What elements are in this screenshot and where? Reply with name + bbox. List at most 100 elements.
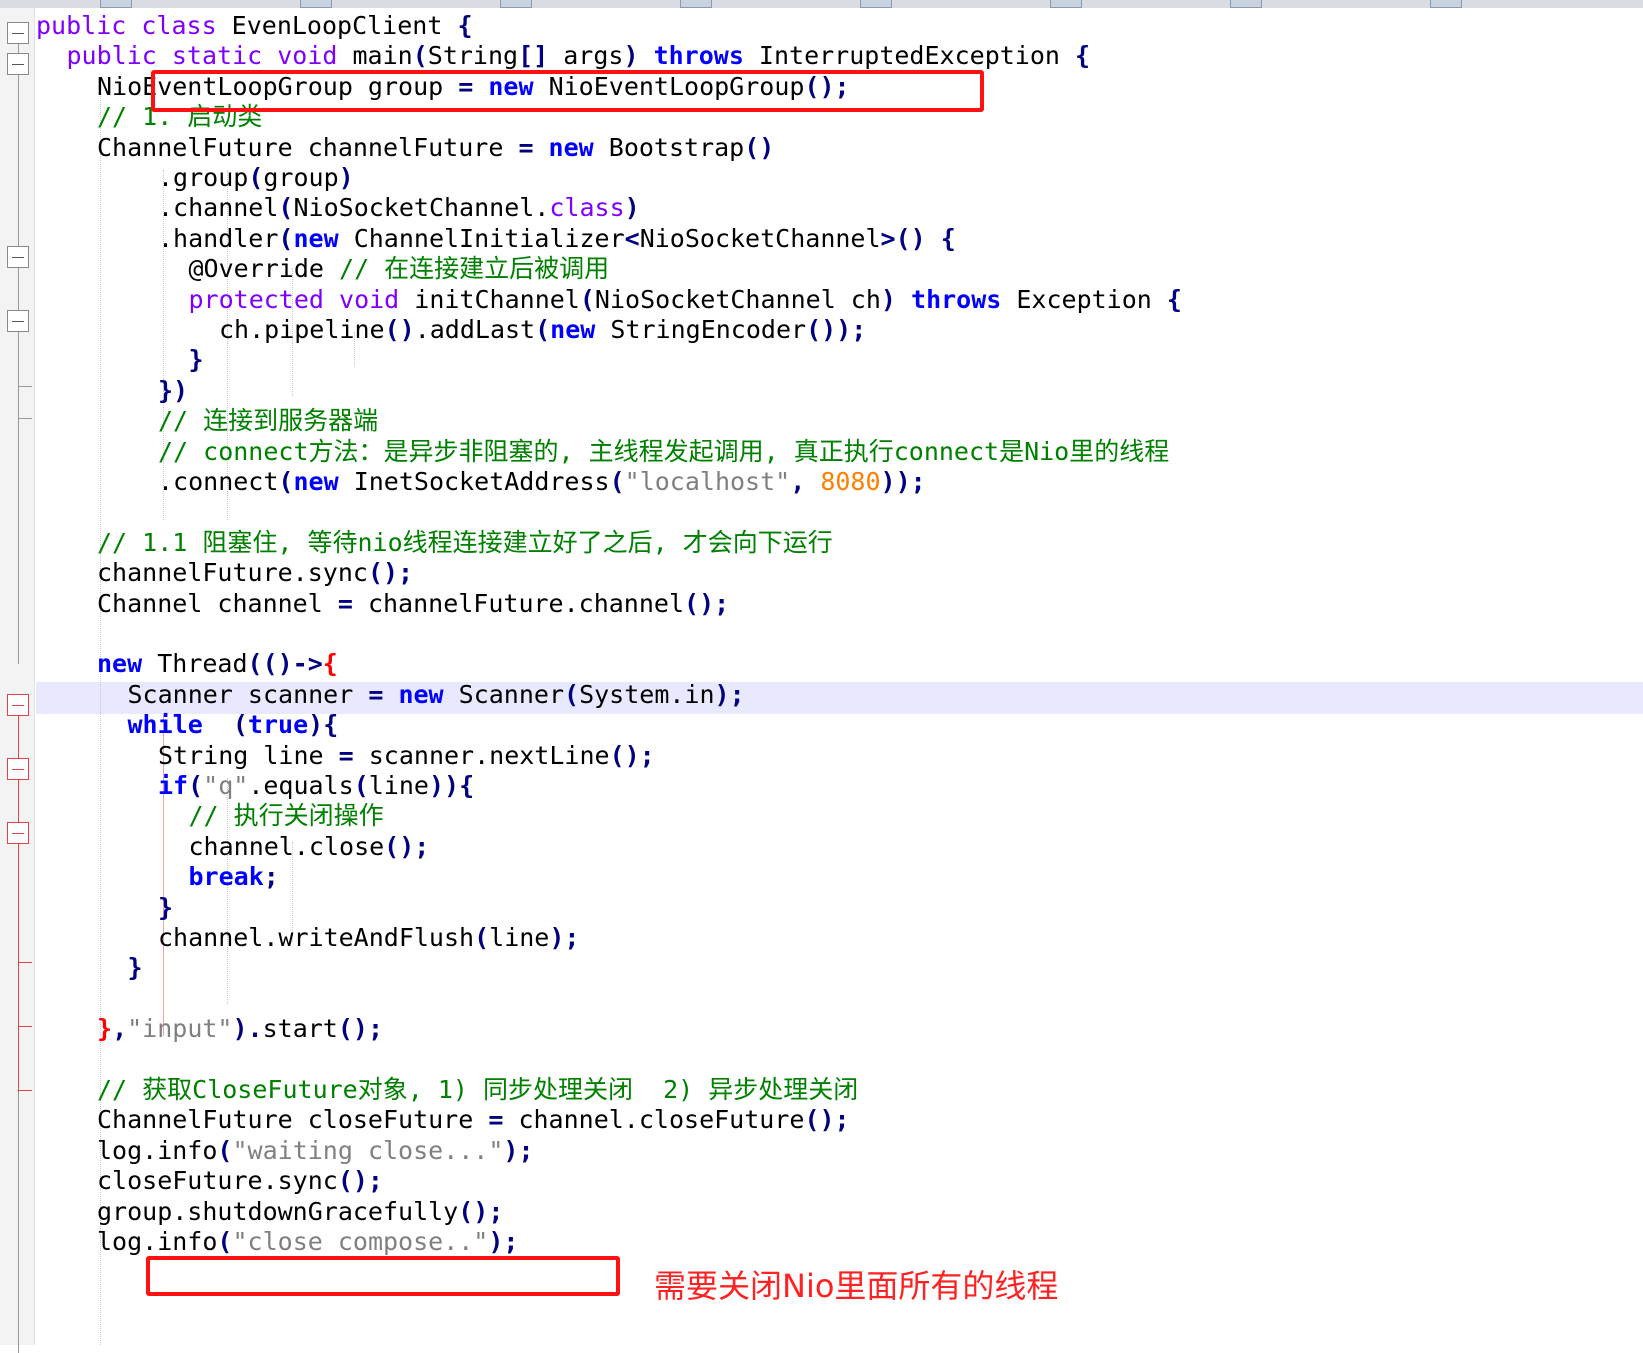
code-token: .equals	[248, 771, 354, 800]
code-line[interactable]: while (true){	[128, 709, 339, 741]
code-token: channel.closeFuture	[518, 1105, 805, 1135]
code-token: (	[474, 923, 490, 952]
code-token: ();	[384, 831, 430, 861]
code-token: ();	[609, 740, 655, 770]
code-token: StringEncoder	[610, 315, 807, 344]
code-line[interactable]: channel.close();	[189, 831, 430, 863]
code-line[interactable]: closeFuture.sync();	[97, 1165, 383, 1197]
code-token: "q"	[203, 771, 249, 800]
code-line[interactable]: protected void initChannel(NioSocketChan…	[189, 284, 1182, 316]
code-token: )	[880, 284, 912, 314]
code-token: ()	[744, 132, 775, 162]
code-line[interactable]: .group(group)	[158, 162, 354, 194]
code-token: =	[368, 679, 399, 709]
code-line[interactable]: @Override // 在连接建立后被调用	[189, 253, 610, 285]
code-token: =	[338, 740, 369, 770]
code-token: scanner.nextLine	[368, 740, 610, 770]
code-token: }	[158, 892, 174, 922]
code-token: Thread	[157, 649, 248, 679]
code-token: String	[427, 41, 519, 71]
code-line[interactable]: Channel channel = channelFuture.channel(…	[97, 588, 729, 620]
code-token: "waiting close..."	[232, 1135, 504, 1165]
code-line[interactable]: public static void main(String[] args) t…	[67, 40, 1091, 72]
code-token: )	[624, 193, 640, 223]
code-token: {	[1075, 41, 1091, 71]
code-token: []	[518, 41, 564, 71]
code-token: =	[337, 588, 368, 618]
code-line[interactable]: }	[128, 952, 143, 984]
code-token: new	[548, 132, 609, 162]
code-line[interactable]: channelFuture.sync();	[97, 557, 413, 589]
code-token: group	[263, 163, 339, 192]
code-line[interactable]: // connect方法：是异步非阻塞的, 主线程发起调用, 真正执行conne…	[158, 436, 1169, 468]
code-token: )){	[428, 771, 475, 800]
code-editor[interactable]: public class EvenLoopClient {public stat…	[0, 0, 1643, 1345]
code-line[interactable]: String line = scanner.nextLine();	[158, 740, 655, 772]
code-token: initChannel	[414, 284, 580, 314]
code-token: ch.pipeline	[219, 315, 385, 344]
code-token: {	[322, 649, 338, 679]
code-line[interactable]: },"input").start();	[97, 1013, 383, 1045]
code-token: // 1.1 阻塞住, 等待nio线程连接建立好了之后, 才会向下运行	[97, 527, 833, 557]
code-token: )	[338, 163, 354, 192]
code-line[interactable]: // 连接到服务器端	[158, 405, 378, 437]
code-token: "input"	[127, 1014, 233, 1044]
code-token: ();	[337, 1014, 384, 1044]
code-token: EvenLoopClient	[231, 11, 458, 40]
code-token: ();	[684, 588, 730, 618]
code-line[interactable]: if("q".equals(line)){	[158, 770, 474, 802]
highlight-box-shutdown	[146, 1256, 620, 1296]
code-token: <	[624, 223, 640, 253]
code-line[interactable]: // 1.1 阻塞住, 等待nio线程连接建立好了之后, 才会向下运行	[97, 527, 833, 559]
code-line[interactable]: .handler(new ChannelInitializer<NioSocke…	[158, 223, 956, 255]
code-token: main	[352, 41, 413, 71]
code-line[interactable]: new Thread(()->{	[97, 648, 338, 680]
code-line[interactable]: Scanner scanner = new Scanner(System.in)…	[128, 679, 745, 711]
code-token: ){	[308, 710, 339, 740]
code-line[interactable]: log.info("waiting close...");	[97, 1135, 534, 1167]
code-line[interactable]: })	[158, 375, 188, 407]
code-token: true	[247, 710, 309, 740]
code-token: InetSocketAddress	[353, 467, 610, 496]
code-line[interactable]: }	[158, 892, 173, 924]
code-token: ;	[263, 862, 279, 892]
code-token: ();	[367, 558, 414, 588]
code-token: Scanner	[458, 679, 565, 709]
code-token: ());	[806, 315, 867, 344]
code-token: =	[488, 1105, 519, 1135]
code-line[interactable]: // 执行关闭操作	[189, 800, 384, 832]
code-token: (	[188, 771, 204, 800]
code-line[interactable]: ChannelFuture channelFuture = new Bootst…	[97, 132, 774, 164]
code-token: class	[549, 193, 625, 223]
code-line[interactable]: // 获取CloseFuture对象, 1) 同步处理关闭 2) 异步处理关闭	[97, 1074, 858, 1106]
code-line[interactable]: ChannelFuture closeFuture = channel.clos…	[97, 1104, 850, 1136]
code-token: ,	[790, 467, 821, 496]
code-token: (	[564, 679, 580, 709]
code-token: ChannelInitializer	[353, 223, 625, 253]
code-token: })	[158, 375, 189, 405]
code-token: ();	[804, 1105, 850, 1135]
code-token: (	[217, 1135, 233, 1165]
code-line[interactable]: channel.writeAndFlush(line);	[158, 922, 579, 954]
code-token: NioSocketChannel	[639, 223, 881, 253]
code-token: public static void	[66, 41, 353, 71]
code-line[interactable]: break;	[189, 861, 279, 893]
code-line[interactable]: }	[189, 344, 204, 376]
code-token: new	[398, 679, 459, 709]
code-token: NioSocketChannel.	[293, 193, 550, 223]
code-line[interactable]: public class EvenLoopClient {	[36, 10, 473, 42]
code-line[interactable]: .channel(NioSocketChannel.class)	[158, 192, 640, 224]
code-token: ChannelFuture closeFuture	[97, 1105, 489, 1135]
code-line[interactable]: group.shutdownGracefully();	[97, 1196, 503, 1228]
code-line[interactable]: ch.pipeline().addLast(new StringEncoder(…	[219, 314, 866, 346]
code-token: log.info	[97, 1227, 218, 1256]
code-token: (	[278, 467, 294, 496]
code-line[interactable]: log.info("close compose..");	[97, 1226, 518, 1258]
code-token: new	[550, 315, 611, 344]
code-line[interactable]: .connect(new InetSocketAddress("localhos…	[158, 466, 926, 498]
code-token: }	[97, 1014, 113, 1044]
code-token: (	[535, 315, 551, 344]
code-token: String line	[158, 740, 339, 770]
code-token: log.info	[97, 1135, 218, 1165]
code-token: .connect	[158, 467, 279, 496]
